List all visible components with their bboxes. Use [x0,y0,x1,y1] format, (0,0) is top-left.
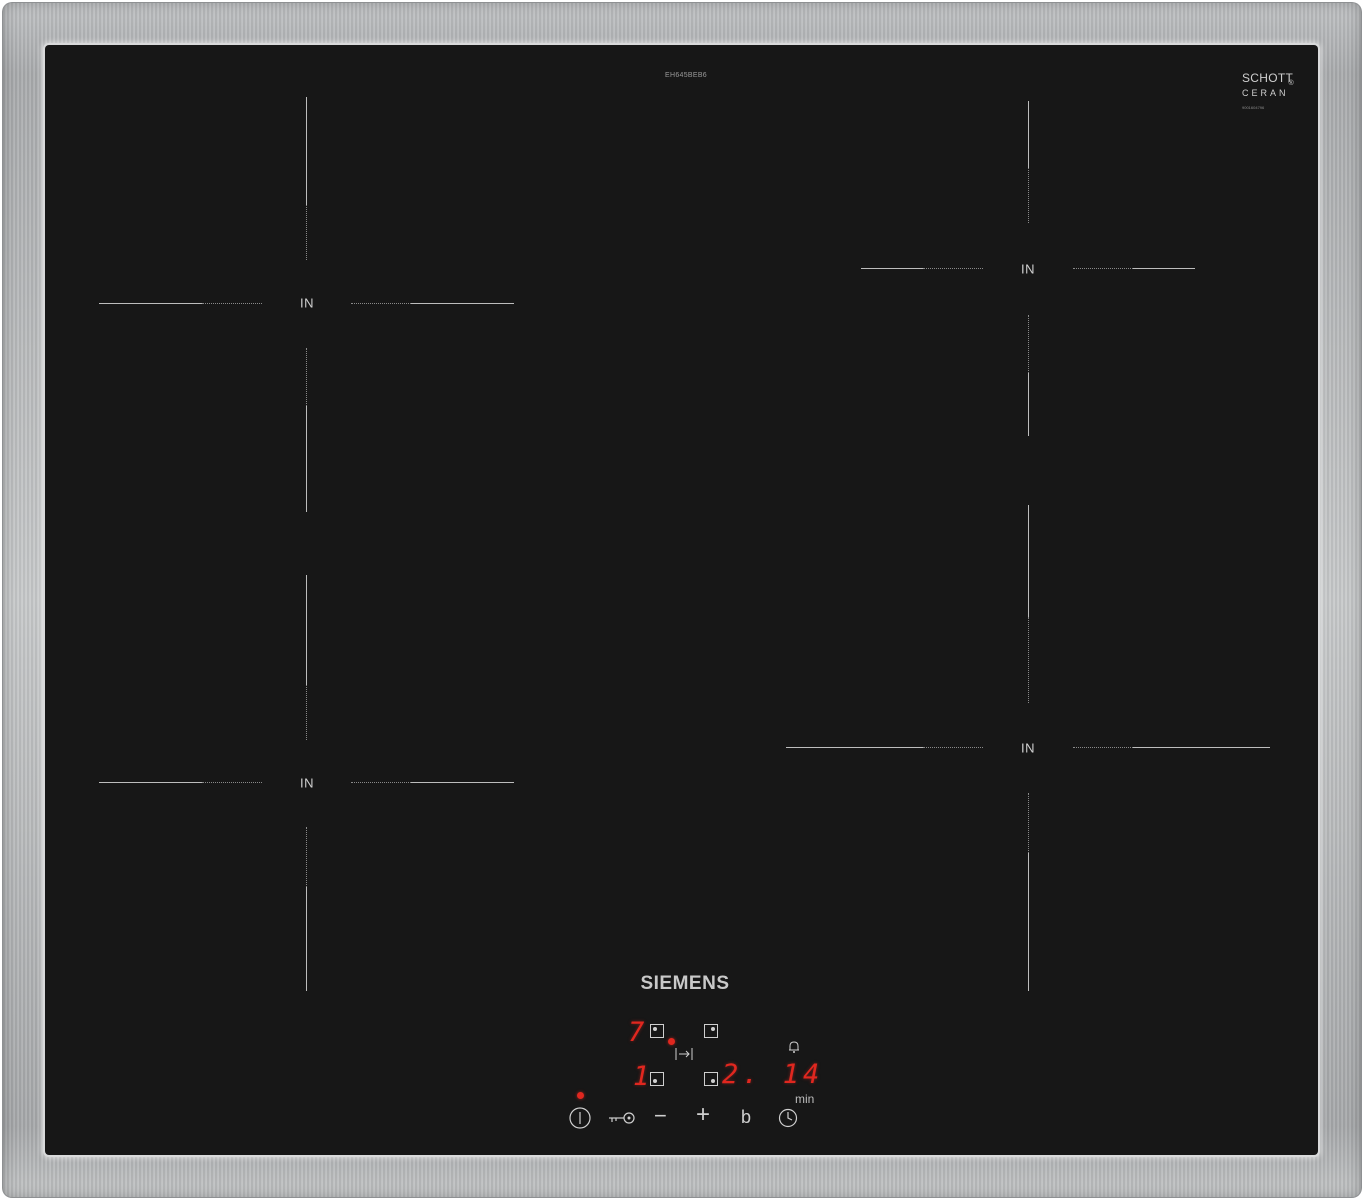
zone-marking [1073,747,1133,748]
zone-marking [861,268,923,269]
zone-marking [1028,168,1029,223]
schott-ceran-logo: SCHOTT CERAN ® 9001604796 [1242,71,1294,110]
zone-marking [351,782,411,783]
timer-display: 2. 14 [722,1059,824,1090]
zone-marking [1028,853,1029,991]
zone-marking [1028,373,1029,436]
zone-marking [1028,505,1029,617]
zone-marking [786,747,923,748]
glass-serial: 9001604796 [1242,105,1265,110]
childlock-key-icon[interactable] [608,1111,636,1125]
zone-marking [1073,268,1133,269]
boost-button[interactable]: b [741,1106,751,1128]
bell-icon [787,1040,801,1054]
zone-select-rear-right-icon[interactable] [704,1024,718,1038]
zone-marking [306,406,307,512]
transfer-icon[interactable] [675,1047,693,1061]
zone-marking [1028,793,1029,853]
zone-marking [202,303,262,304]
induction-label: IN [300,775,314,791]
minus-button[interactable]: − [654,1103,667,1129]
timer-unit-label: min [795,1092,815,1106]
zone-marking [1028,101,1029,168]
zone-marking [306,348,307,406]
zone-marking [306,575,307,685]
zone-marking [411,782,514,783]
zone-marking [306,205,307,260]
zone-marking [99,303,202,304]
zone-marking [306,887,307,991]
zone-marking [306,97,307,205]
zone-select-front-right-icon[interactable] [704,1072,718,1086]
zone-marking [99,782,202,783]
ceran-text: CERAN [1242,88,1289,98]
zone-marking [306,685,307,740]
induction-label: IN [300,295,314,311]
registered-mark-icon: ® [1288,80,1294,87]
zone-marking [1133,747,1270,748]
zone-marking [1028,315,1029,373]
schott-text: SCHOTT [1242,71,1294,85]
plus-button[interactable]: + [696,1102,710,1128]
zone-select-front-left-icon[interactable] [650,1072,664,1086]
zone-marking [411,303,514,304]
power-indicator [577,1092,584,1099]
zone-marking [923,268,983,269]
zone-marking [1133,268,1195,269]
brand-logo: SIEMENS [640,973,730,994]
induction-label: IN [1021,740,1035,756]
ceramic-glass-surface: EH645BEB6 SCHOTT CERAN ® 9001604796 IN IN [45,45,1318,1155]
power-icon[interactable] [569,1107,591,1129]
zone-marking [1028,617,1029,703]
zone-marking [202,782,262,783]
model-number: EH645BEB6 [665,72,708,79]
zone-marking [306,827,307,887]
rear-left-power-level: 7 [628,1017,645,1048]
zone-marking [351,303,411,304]
zone-active-indicator [668,1038,675,1045]
timer-clock-icon[interactable] [778,1108,798,1128]
zone-marking [923,747,983,748]
zone-select-rear-left-icon[interactable] [650,1024,664,1038]
induction-label: IN [1021,261,1035,277]
front-left-power-level: 1 [633,1061,650,1092]
